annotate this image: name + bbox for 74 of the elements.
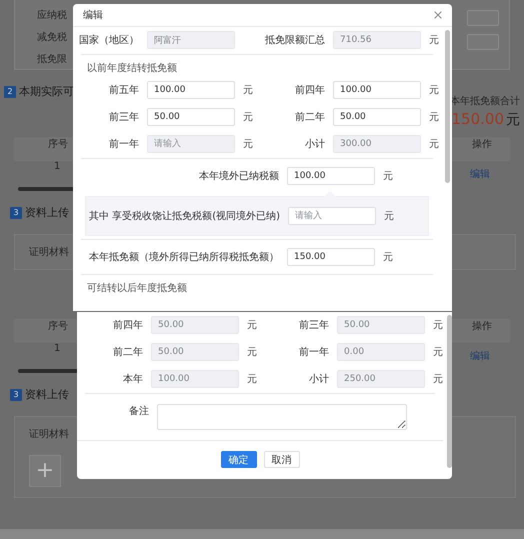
cancel-button[interactable]: 取消 — [264, 451, 300, 468]
add-button[interactable]: + — [29, 455, 61, 487]
dialog-title: 编辑 — [83, 8, 103, 22]
column-header: 序号 — [48, 138, 68, 151]
field-label: 本年境外已纳税额 — [198, 170, 280, 183]
field-label: 备注 — [128, 404, 150, 418]
unit-label: 元 — [432, 346, 443, 359]
unit-label: 元 — [242, 138, 254, 151]
step-badge: 3 — [10, 206, 22, 218]
unit-label: 元 — [506, 111, 520, 129]
section-heading: 可结转以后年度抵免额 — [86, 282, 188, 296]
edit-link[interactable]: 编辑 — [470, 349, 490, 363]
unit-label: 元 — [428, 138, 439, 151]
table-cell: 1 — [54, 161, 60, 172]
unit-label: 元 — [242, 84, 254, 97]
scrollbar-thumb[interactable] — [447, 315, 452, 468]
unit-label: 元 — [383, 210, 395, 223]
field-label: 前四年 — [112, 319, 144, 332]
unit-label: 元 — [428, 111, 439, 124]
unit-label: 元 — [432, 319, 443, 332]
upload-label: 证明材料 — [29, 246, 69, 259]
field-label: 前五年 — [108, 84, 140, 97]
input-field[interactable]: 50.00 — [333, 108, 421, 126]
field-label: 减免税 — [37, 30, 67, 44]
section-title: 资料上传 — [25, 205, 69, 220]
step-badge: 2 — [4, 86, 16, 98]
unit-label: 元 — [246, 346, 258, 359]
field-label: 前三年 — [108, 111, 140, 124]
notes-field[interactable] — [157, 404, 407, 430]
unit-label: 元 — [246, 319, 258, 332]
field-label: 其中 享受税收饶让抵免税额(视同境外已纳) — [88, 210, 281, 223]
field-label: 抵免限额汇总 — [264, 34, 326, 47]
unit-label: 元 — [428, 84, 439, 97]
field-label: 前一年 — [298, 346, 330, 359]
close-button[interactable] — [432, 9, 444, 21]
table-cell: 1 — [54, 343, 60, 354]
field-label: 前四年 — [294, 84, 326, 97]
field-label: 本年 — [122, 372, 144, 386]
column-header: 操作 — [472, 138, 492, 151]
field-label: 抵免限 — [37, 52, 67, 66]
scrollbar-thumb[interactable] — [445, 30, 450, 183]
unit-label: 元 — [246, 373, 258, 386]
field-label: 小计 — [304, 138, 326, 151]
field-label: 前二年 — [112, 346, 144, 359]
section-title: 资料上传 — [25, 387, 69, 402]
scrollbar[interactable] — [18, 369, 78, 373]
field-label: 小计 — [308, 372, 330, 386]
input-field[interactable] — [467, 10, 499, 26]
field-label: 应纳税 — [37, 8, 67, 22]
step-badge: 3 — [10, 388, 22, 400]
unit-label: 元 — [242, 111, 254, 124]
field-label: 前一年 — [108, 138, 140, 151]
field-label: 前二年 — [294, 111, 326, 124]
input-field[interactable]: 50.00 — [147, 108, 235, 126]
input-field[interactable]: 150.00 — [287, 248, 375, 266]
field-label: 前三年 — [298, 319, 330, 332]
unit-label: 元 — [382, 170, 394, 183]
column-header: 序号 — [48, 320, 68, 333]
input-field[interactable]: 100.00 — [147, 81, 235, 99]
input-field[interactable]: 100.00 — [333, 81, 421, 99]
unit-label: 元 — [382, 251, 394, 264]
field-label: 国家（地区） — [78, 34, 140, 47]
section-heading: 以前年度结转抵免额 — [86, 62, 178, 76]
confirm-button[interactable]: 确定 — [220, 451, 256, 468]
total-amount: 150.00 — [452, 110, 504, 128]
edit-link[interactable]: 编辑 — [470, 167, 490, 181]
input-field[interactable]: 100.00 — [287, 167, 375, 185]
input-field[interactable] — [467, 34, 499, 50]
unit-label: 元 — [432, 373, 443, 386]
column-header: 操作 — [472, 320, 492, 333]
unit-label: 元 — [428, 34, 439, 47]
upload-label: 证明材料 — [29, 428, 69, 441]
section-title: 本期实际可 — [19, 84, 74, 99]
field-label: 本年抵免额（境外所得已纳所得税抵免额） — [88, 250, 280, 264]
